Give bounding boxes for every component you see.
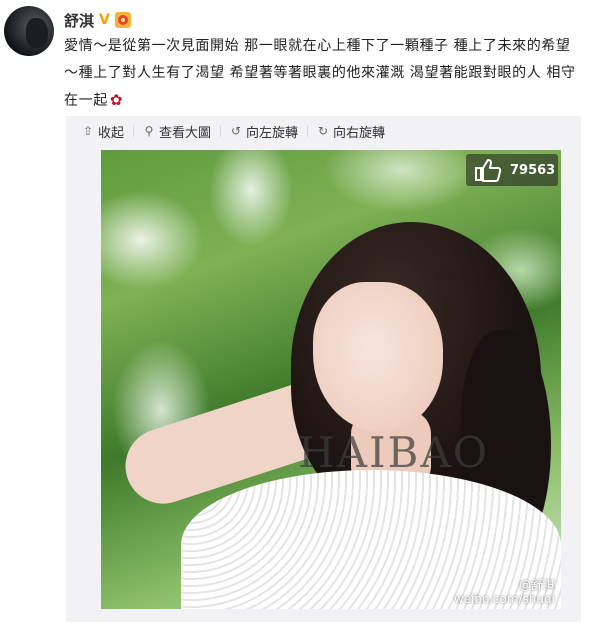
rotate-left-button[interactable]: ↺ 向左旋轉 (230, 122, 298, 141)
rotate-right-button[interactable]: ↻ 向右旋轉 (317, 122, 385, 141)
like-count: 79563 (510, 162, 556, 178)
rose-icon: ✿ (109, 91, 123, 109)
like-badge[interactable]: 79563 (466, 154, 558, 186)
collapse-button[interactable]: ⇧ 收起 (82, 122, 124, 141)
username[interactable]: 舒淇 (64, 10, 94, 31)
photo-face (313, 282, 443, 432)
credit-handle: @舒淇 (518, 578, 555, 592)
search-icon: ⚲ (144, 124, 154, 138)
rotate-left-label: 向左旋轉 (246, 125, 299, 141)
view-large-button[interactable]: ⚲ 查看大圖 (143, 122, 211, 141)
post-text: 愛情～是從第一次見面開始 那一眼就在心上種下了一顆種子 種上了未來的希望 ～種上… (64, 33, 584, 115)
rotate-right-label: 向右旋轉 (333, 125, 386, 141)
weibo-credit: @舒淇 weibo.com/shuqi (454, 578, 555, 606)
toolbar-divider (133, 125, 135, 137)
credit-url: weibo.com/shuqi (453, 592, 555, 606)
avatar[interactable] (4, 6, 54, 56)
avatar-silhouette (26, 18, 48, 48)
rotate-right-icon: ↻ (318, 124, 329, 138)
collapse-up-arrow-icon: ⇧ (82, 124, 94, 138)
thumbs-up-icon (475, 159, 502, 182)
rotate-left-icon: ↺ (231, 124, 242, 138)
view-large-label: 查看大圖 (159, 125, 212, 141)
toolbar-divider (220, 125, 222, 137)
collapse-label: 收起 (98, 125, 125, 141)
haibao-watermark: HAIBAO (298, 428, 490, 477)
post-photo[interactable]: HAIBAO @舒淇 weibo.com/shuqi 79563 (101, 150, 561, 609)
member-badge-icon (115, 12, 132, 28)
verified-icon: V (99, 11, 110, 28)
media-toolbar: ⇧ 收起 ⚲ 查看大圖 ↺ 向左旋轉 ↻ 向右旋轉 (82, 120, 385, 142)
post-body: 愛情～是從第一次見面開始 那一眼就在心上種下了一顆種子 種上了未來的希望 ～種上… (64, 38, 576, 109)
user-row: 舒淇 V (64, 9, 132, 31)
toolbar-divider (307, 125, 309, 137)
